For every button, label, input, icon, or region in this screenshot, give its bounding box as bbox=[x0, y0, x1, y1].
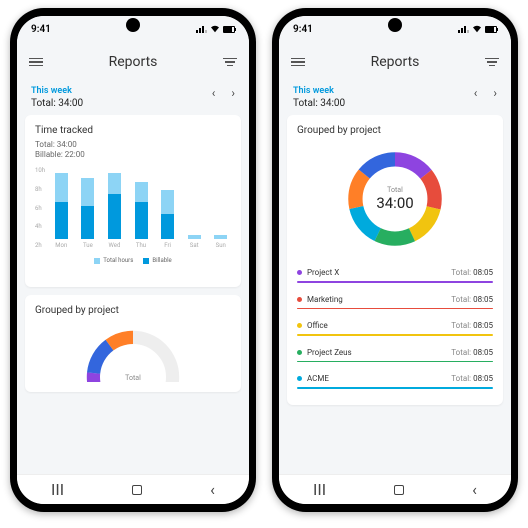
time-tracked-card: Time tracked Total: 34:00 Billable: 22:0… bbox=[25, 115, 241, 287]
camera-notch bbox=[126, 18, 140, 32]
menu-icon[interactable] bbox=[291, 58, 305, 67]
project-list: Project XTotal: 08:05MarketingTotal: 08:… bbox=[297, 262, 493, 395]
card-title: Grouped by project bbox=[35, 305, 231, 316]
menu-icon[interactable] bbox=[29, 58, 43, 67]
android-nav-bar: III ‹ bbox=[17, 474, 249, 504]
period-total: Total: 34:00 bbox=[293, 98, 345, 109]
battery-icon bbox=[485, 26, 497, 33]
card-subtitle-total: Total: 34:00 bbox=[35, 140, 231, 149]
wifi-icon bbox=[210, 25, 220, 33]
app-header: Reports bbox=[17, 42, 249, 82]
project-item[interactable]: ACMETotal: 08:05 bbox=[297, 368, 493, 395]
android-nav-bar: III ‹ bbox=[279, 474, 511, 504]
prev-arrow-icon[interactable]: ‹ bbox=[212, 86, 216, 100]
donut-center-value: 34:00 bbox=[376, 194, 413, 212]
card-title: Time tracked bbox=[35, 125, 231, 136]
recent-apps-icon[interactable]: III bbox=[51, 480, 64, 499]
phone-mockup-left: 9:41 Reports This week Total: 34:00 ‹ › … bbox=[10, 8, 256, 512]
next-arrow-icon[interactable]: › bbox=[231, 86, 235, 100]
prev-arrow-icon[interactable]: ‹ bbox=[474, 86, 478, 100]
chart-legend: Total hours Billable bbox=[35, 257, 231, 264]
phone-mockup-right: 9:41 Reports This week Total: 34:00 ‹ › … bbox=[272, 8, 518, 512]
page-title: Reports bbox=[371, 54, 420, 70]
battery-icon bbox=[223, 26, 235, 33]
wifi-icon bbox=[472, 25, 482, 33]
card-subtitle-billable: Billable: 22:00 bbox=[35, 150, 231, 159]
app-header: Reports bbox=[279, 42, 511, 82]
donut-chart-partial: Total bbox=[35, 322, 231, 382]
back-icon[interactable]: ‹ bbox=[472, 480, 477, 499]
signal-icon bbox=[196, 26, 207, 33]
page-title: Reports bbox=[109, 54, 158, 70]
donut-center-label: Total bbox=[125, 374, 141, 382]
period-label[interactable]: This week bbox=[31, 86, 83, 96]
camera-notch bbox=[388, 18, 402, 32]
card-title: Grouped by project bbox=[297, 125, 493, 136]
bar-group: Sun bbox=[210, 167, 231, 249]
status-time: 9:41 bbox=[293, 24, 313, 35]
bar-group: Thu bbox=[131, 167, 152, 249]
period-label[interactable]: This week bbox=[293, 86, 345, 96]
next-arrow-icon[interactable]: › bbox=[493, 86, 497, 100]
back-icon[interactable]: ‹ bbox=[210, 480, 215, 499]
grouped-project-card: Grouped by project Total bbox=[25, 295, 241, 392]
donut-center-label: Total bbox=[376, 186, 413, 194]
project-item[interactable]: MarketingTotal: 08:05 bbox=[297, 289, 493, 316]
recent-apps-icon[interactable]: III bbox=[313, 480, 326, 499]
home-icon[interactable] bbox=[394, 485, 404, 495]
bar-chart: 10h8h6h4h2h MonTueWedThuFriSatSun Total … bbox=[35, 167, 231, 277]
bar-group: Mon bbox=[51, 167, 72, 249]
status-time: 9:41 bbox=[31, 24, 51, 35]
grouped-project-card: Grouped by project Total 34:00 Project X… bbox=[287, 115, 503, 405]
period-total: Total: 34:00 bbox=[31, 98, 83, 109]
bar-group: Wed bbox=[104, 167, 125, 249]
bar-group: Sat bbox=[184, 167, 205, 249]
project-item[interactable]: OfficeTotal: 08:05 bbox=[297, 315, 493, 342]
signal-icon bbox=[458, 26, 469, 33]
donut-chart: Total 34:00 bbox=[297, 144, 493, 254]
filter-icon[interactable] bbox=[223, 58, 237, 67]
project-item[interactable]: Project XTotal: 08:05 bbox=[297, 262, 493, 289]
project-item[interactable]: Project ZeusTotal: 08:05 bbox=[297, 342, 493, 369]
bar-group: Fri bbox=[157, 167, 178, 249]
filter-icon[interactable] bbox=[485, 58, 499, 67]
home-icon[interactable] bbox=[132, 485, 142, 495]
period-bar: This week Total: 34:00 ‹ › bbox=[287, 82, 503, 115]
bar-group: Tue bbox=[78, 167, 99, 249]
period-bar: This week Total: 34:00 ‹ › bbox=[25, 82, 241, 115]
